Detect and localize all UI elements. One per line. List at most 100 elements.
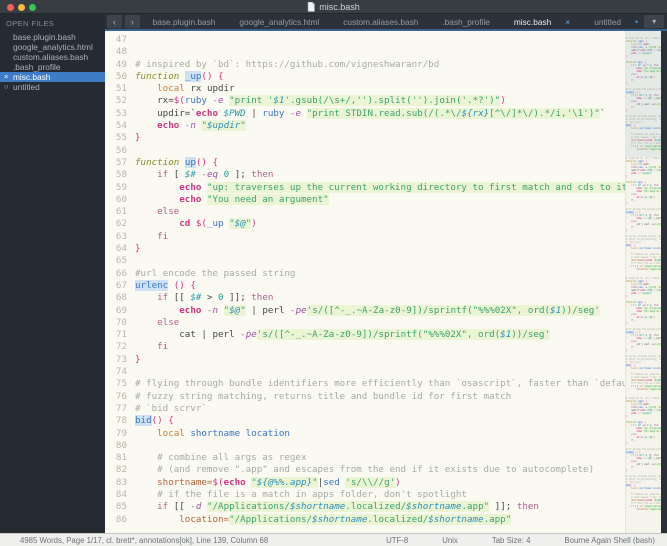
code-line: cd $(_up "$@") [179, 218, 257, 230]
line-number: 74 [115, 366, 127, 378]
minimap-viewport[interactable] [626, 31, 661, 157]
code-line: # (and remove ".app" and escapes from th… [157, 464, 595, 476]
line-number: 71 [115, 329, 127, 341]
sidebar-item-label: .bash_profile [13, 62, 61, 72]
close-icon[interactable]: × [4, 72, 13, 82]
code-line: rx=$(ruby -e "print '$1'.gsub(/\s+/,'').… [135, 95, 506, 107]
line-number: 69 [115, 304, 127, 316]
code-line: urlenc () { [135, 279, 196, 291]
sidebar-item-base-plugin-bash[interactable]: base.plugin.bash [0, 32, 105, 42]
tab-bar: ‹ › base.plugin.bash google_analytics.htm… [105, 14, 667, 31]
code-line: # flying through bundle identifiers more… [135, 378, 625, 390]
forward-button[interactable]: › [124, 15, 140, 28]
code-line: # inspired by `bd`: https://github.com/v… [135, 58, 440, 70]
code-line: # fuzzy string matching, returns title a… [135, 390, 512, 402]
code-line: echo -n "$@" | perl -pe's/([^-_.~A-Za-z0… [179, 304, 600, 316]
line-number: 52 [115, 95, 127, 107]
syntax-indicator[interactable]: Bourne Again Shell (bash) [564, 536, 655, 545]
tab-misc-bash[interactable]: misc.bash × [502, 14, 582, 29]
line-number: 62 [115, 218, 127, 230]
minimize-window-button[interactable] [18, 4, 25, 11]
app-window: misc.bash OPEN FILES base.plugin.bash goo… [0, 0, 667, 546]
code-line: location="/Applications/$shortname.local… [179, 513, 512, 525]
line-number: 67 [115, 279, 127, 291]
line-number: 75 [115, 378, 127, 390]
line-number: 66 [115, 267, 127, 279]
status-bar: 4985 Words, Page 1/17, cl. brett*, annot… [0, 533, 667, 546]
line-number: 55 [115, 132, 127, 144]
tab-bash-profile[interactable]: .bash_profile [430, 14, 502, 29]
line-number: 63 [115, 230, 127, 242]
editor: 47 48 49 50 51 52 53 54 55 56 57 58 59 60 61 62 63 64 65 66… [105, 31, 667, 533]
sidebar-item-misc-bash[interactable]: × misc.bash [0, 72, 105, 82]
code-line: fi [157, 230, 169, 242]
close-window-button[interactable] [7, 4, 14, 11]
line-endings-indicator[interactable]: Unix [442, 536, 458, 545]
line-number: 59 [115, 181, 127, 193]
line-number: 68 [115, 292, 127, 304]
sidebar-item-bash-profile[interactable]: .bash_profile [0, 62, 105, 72]
sidebar-item-google-analytics-html[interactable]: google_analytics.html [0, 42, 105, 52]
code-line: if [ $# -eq 0 ]; then [157, 169, 274, 181]
tab-label: custom.aliases.bash [343, 16, 419, 27]
line-number: 61 [115, 206, 127, 218]
scrollbar-track[interactable] [661, 31, 667, 533]
minimap[interactable]: # inspired by `bd`: https://github.com/v… [625, 31, 661, 533]
status-right-group: UTF-8 Unix Tab Size: 4 Bourne Again Shell (… [386, 536, 657, 545]
tab-size-indicator[interactable]: Tab Size: 4 [492, 536, 531, 545]
line-number: 81 [115, 452, 127, 464]
tab-list: base.plugin.bash google_analytics.html cus… [141, 14, 645, 29]
unsaved-dot-icon: ○ [4, 82, 9, 91]
encoding-indicator[interactable]: UTF-8 [386, 536, 408, 545]
tab-google-analytics-html[interactable]: google_analytics.html [227, 14, 331, 29]
line-number: 72 [115, 341, 127, 353]
line-number: 60 [115, 193, 127, 205]
tab-base-plugin-bash[interactable]: base.plugin.bash [141, 14, 228, 29]
code-line: # combine all args as regex [157, 452, 307, 464]
code-line: fi [157, 341, 169, 353]
line-number: 51 [115, 83, 127, 95]
window-controls [7, 4, 36, 11]
line-number: 49 [115, 58, 127, 70]
line-number: 57 [115, 156, 127, 168]
open-files-header: OPEN FILES [6, 19, 55, 28]
code-line: local shortname location [157, 427, 290, 439]
line-number: 53 [115, 107, 127, 119]
tab-untitled[interactable]: untitled • [582, 14, 644, 29]
code-line: echo "up: traverses up the current worki… [135, 181, 625, 194]
code-line: cat | perl -pe's/([^-_.~A-Za-z0-9])/spri… [179, 329, 550, 341]
sidebar-item-custom-aliases-bash[interactable]: custom.aliases.bash [0, 52, 105, 62]
sidebar: OPEN FILES base.plugin.bash google_analyt… [0, 14, 105, 533]
code-line: function up() { [135, 156, 219, 168]
zoom-window-button[interactable] [29, 4, 36, 11]
back-button[interactable]: ‹ [107, 15, 122, 28]
line-number: 76 [115, 390, 127, 402]
sidebar-item-label: google_analytics.html [13, 42, 93, 52]
line-number: 54 [115, 120, 127, 132]
tab-close-icon[interactable]: × [565, 17, 570, 27]
sidebar-item-label: misc.bash [13, 72, 51, 82]
sidebar-item-untitled[interactable]: ○ untitled [0, 82, 105, 92]
code-line: bid() { [135, 415, 174, 427]
line-number: 77 [115, 402, 127, 414]
line-number: 79 [115, 427, 127, 439]
code-line: echo -n "$updir" [157, 120, 246, 132]
open-files-list: base.plugin.bash google_analytics.html cus… [0, 32, 105, 92]
tab-label: untitled [594, 16, 621, 27]
status-left-text: 4985 Words, Page 1/17, cl. brett*, annot… [20, 535, 269, 545]
line-number: 47 [115, 34, 127, 45]
tab-custom-aliases-bash[interactable]: custom.aliases.bash [331, 14, 430, 29]
code-line: if [[ -d "/Applications/$shortname.local… [157, 501, 539, 513]
line-number: 73 [115, 353, 127, 365]
code-line: echo "You need an argument" [179, 193, 329, 205]
code-line: function _up() { [135, 70, 224, 82]
tab-overflow-button[interactable]: ▾ [644, 15, 664, 28]
code-area[interactable]: # inspired by `bd`: https://github.com/v… [135, 31, 625, 533]
document-icon [307, 1, 315, 12]
code-line: local rx updir [157, 83, 235, 95]
tab-label: misc.bash [513, 16, 552, 27]
